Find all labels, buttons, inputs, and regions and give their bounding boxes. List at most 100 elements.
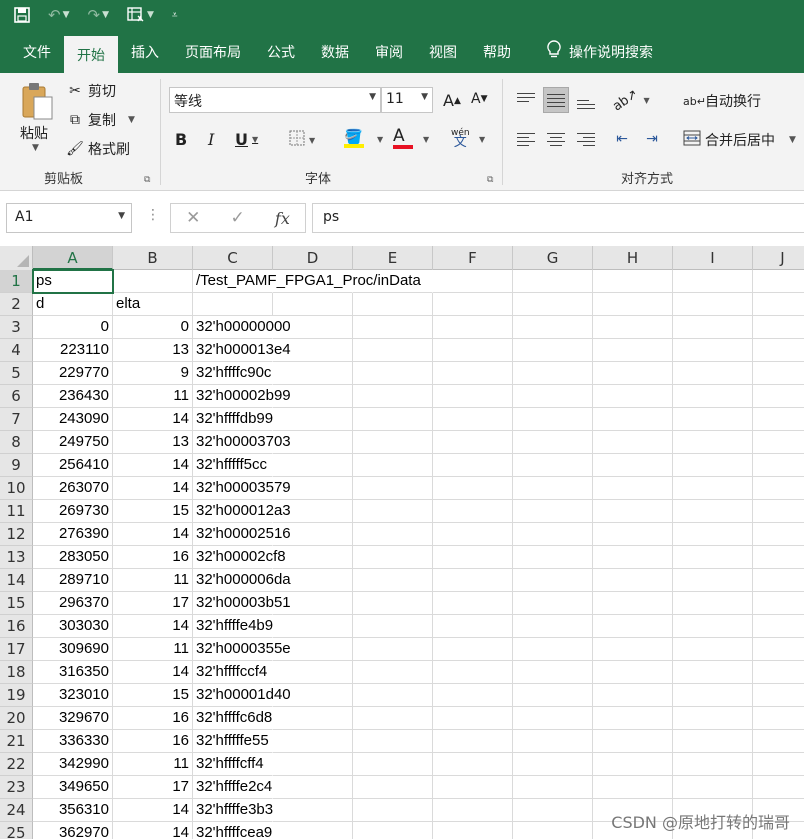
- customize-qat-icon[interactable]: ⩡: [166, 0, 184, 30]
- cell-empty[interactable]: [433, 316, 513, 339]
- cell-empty[interactable]: [353, 477, 433, 500]
- cell-a[interactable]: 276390: [33, 523, 113, 546]
- cell-a[interactable]: 336330: [33, 730, 113, 753]
- cell-empty[interactable]: [593, 523, 673, 546]
- align-center-button[interactable]: [543, 126, 569, 152]
- cell-empty[interactable]: [593, 270, 673, 293]
- cell-c[interactable]: 32'h00003579: [193, 477, 291, 500]
- cell-b[interactable]: 0: [113, 316, 193, 339]
- tab-page-layout[interactable]: 页面布局: [172, 30, 254, 73]
- cell-b[interactable]: 14: [113, 523, 193, 546]
- cell-empty[interactable]: [593, 753, 673, 776]
- cell-empty[interactable]: [273, 661, 353, 684]
- cell-empty[interactable]: [513, 477, 593, 500]
- cell-empty[interactable]: [673, 431, 753, 454]
- cell-b[interactable]: 14: [113, 661, 193, 684]
- column-header[interactable]: G: [513, 246, 593, 270]
- cell-empty[interactable]: [673, 546, 753, 569]
- phonetic-guide-button[interactable]: wén 文: [451, 128, 470, 149]
- column-header[interactable]: I: [673, 246, 753, 270]
- cell-empty[interactable]: [753, 592, 804, 615]
- increase-indent-button[interactable]: ⇥: [639, 126, 665, 152]
- cell-c[interactable]: 32'hffffc6d8: [193, 707, 273, 730]
- dialog-launcher-icon[interactable]: ⧉: [487, 175, 493, 185]
- cell-empty[interactable]: [273, 707, 353, 730]
- cell-empty[interactable]: [673, 592, 753, 615]
- cell-empty[interactable]: [513, 362, 593, 385]
- cell-empty[interactable]: [513, 385, 593, 408]
- cell-empty[interactable]: [353, 592, 433, 615]
- row-header[interactable]: 8: [0, 431, 33, 454]
- insert-function-button[interactable]: fx: [275, 209, 290, 228]
- cell-empty[interactable]: [353, 684, 433, 707]
- cell-a[interactable]: 316350: [33, 661, 113, 684]
- font-name-select[interactable]: 等线 ▼: [169, 87, 381, 113]
- cell-a[interactable]: 236430: [33, 385, 113, 408]
- grip-icon[interactable]: ⋮: [146, 207, 160, 223]
- cell-empty[interactable]: [433, 730, 513, 753]
- cell-empty[interactable]: [433, 707, 513, 730]
- column-header[interactable]: H: [593, 246, 673, 270]
- cell-c[interactable]: /Test_PAMF_FPGA1_Proc/inData: [193, 270, 421, 293]
- row-header[interactable]: 9: [0, 454, 33, 477]
- cell-empty[interactable]: [753, 316, 804, 339]
- cell-c[interactable]: 32'hffffc90c: [193, 362, 273, 385]
- cell-b[interactable]: [113, 270, 193, 293]
- cell-empty[interactable]: [433, 615, 513, 638]
- cell-b[interactable]: 14: [113, 799, 193, 822]
- tab-view[interactable]: 视图: [416, 30, 470, 73]
- cell-empty[interactable]: [593, 638, 673, 661]
- cell-empty[interactable]: [753, 776, 804, 799]
- row-header[interactable]: 5: [0, 362, 33, 385]
- column-header[interactable]: J: [753, 246, 804, 270]
- tab-help[interactable]: 帮助: [470, 30, 524, 73]
- cell-empty[interactable]: [673, 316, 753, 339]
- cell-empty[interactable]: [753, 753, 804, 776]
- cell-empty[interactable]: [513, 822, 593, 839]
- cell-empty[interactable]: [513, 339, 593, 362]
- cell-empty[interactable]: [513, 569, 593, 592]
- cell-empty[interactable]: [673, 454, 753, 477]
- cell-empty[interactable]: [433, 638, 513, 661]
- tab-data[interactable]: 数据: [308, 30, 362, 73]
- cell-empty[interactable]: [513, 776, 593, 799]
- row-header[interactable]: 15: [0, 592, 33, 615]
- form-icon[interactable]: ▼: [121, 0, 160, 30]
- cell-empty[interactable]: [353, 638, 433, 661]
- cell-empty[interactable]: [673, 730, 753, 753]
- cell-empty[interactable]: [753, 569, 804, 592]
- chevron-down-icon[interactable]: ▼: [32, 143, 39, 153]
- cell-empty[interactable]: [353, 454, 433, 477]
- row-header[interactable]: 4: [0, 339, 33, 362]
- cell-b[interactable]: 17: [113, 776, 193, 799]
- cell-empty[interactable]: [673, 362, 753, 385]
- row-header[interactable]: 16: [0, 615, 33, 638]
- cell-empty[interactable]: [433, 270, 513, 293]
- cell-empty[interactable]: [753, 454, 804, 477]
- cell-empty[interactable]: [753, 730, 804, 753]
- cell-a[interactable]: 263070: [33, 477, 113, 500]
- cell-c[interactable]: 32'h000013e4: [193, 339, 291, 362]
- cell-empty[interactable]: [273, 822, 353, 839]
- cell-empty[interactable]: [353, 408, 433, 431]
- cell-empty[interactable]: [673, 293, 753, 316]
- tell-me-search[interactable]: 操作说明搜索: [534, 30, 666, 73]
- cell-empty[interactable]: [273, 776, 353, 799]
- cell-empty[interactable]: [353, 339, 433, 362]
- cell-c[interactable]: 32'h00002cf8: [193, 546, 286, 569]
- column-header[interactable]: C: [193, 246, 273, 270]
- cell-b[interactable]: elta: [113, 293, 193, 316]
- row-header[interactable]: 6: [0, 385, 33, 408]
- cell-a[interactable]: 0: [33, 316, 113, 339]
- align-top-button[interactable]: [513, 87, 539, 113]
- enter-icon[interactable]: ✓: [231, 208, 245, 228]
- cell-empty[interactable]: [513, 546, 593, 569]
- cell-a[interactable]: 249750: [33, 431, 113, 454]
- cell-empty[interactable]: [753, 362, 804, 385]
- row-header[interactable]: 23: [0, 776, 33, 799]
- cell-empty[interactable]: [513, 431, 593, 454]
- cell-empty[interactable]: [593, 339, 673, 362]
- cell-c[interactable]: 32'h00003703: [193, 431, 291, 454]
- cell-empty[interactable]: [513, 500, 593, 523]
- cell-empty[interactable]: [593, 362, 673, 385]
